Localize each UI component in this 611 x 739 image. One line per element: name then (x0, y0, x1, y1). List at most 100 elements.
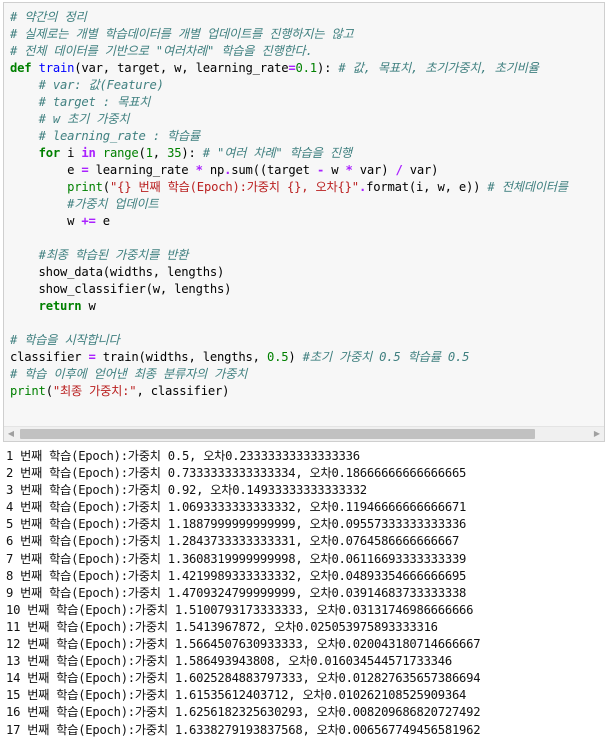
output-line: 1 번째 학습(Epoch):가중치 0.5, 오차0.233333333333… (6, 449, 360, 463)
output-line: 5 번째 학습(Epoch):가중치 1.1887999999999999, 오… (6, 517, 467, 532)
horizontal-scrollbar[interactable]: ◀ ▶ (4, 426, 604, 441)
code-cell[interactable]: # 약간의 정리 # 실제로는 개별 학습데이터를 개별 업데이트를 진행하지는 … (3, 2, 605, 442)
code-token: show_classifier(w, lengths) (10, 282, 232, 296)
code-token: # 전체 데이터를 기반으로 "여러차례" 학습을 진행한다. (10, 44, 313, 58)
output-line: 3 번째 학습(Epoch):가중치 0.92, 오차0.14933333333… (6, 483, 367, 498)
output-line: 4 번째 학습(Epoch):가중치 1.0693333333333332, 오… (6, 500, 467, 515)
code-token: = (88, 350, 96, 364)
code-token: print (10, 384, 46, 398)
output-line: 11 번째 학습(Epoch):가중치 1.5413967872, 오차0.02… (6, 619, 438, 634)
code-line: #최종 학습된 가중치를 반환 (10, 247, 604, 264)
code-token: train(widths, lengths, (95, 350, 267, 364)
code-token: 35 (167, 146, 182, 160)
scroll-left-arrow-icon[interactable]: ◀ (4, 427, 18, 441)
code-line: # 전체 데이터를 기반으로 "여러차례" 학습을 진행한다. (10, 43, 604, 60)
code-token: # 값, 목표치, 초기가중치, 초기비율 (338, 61, 539, 75)
code-token: print (67, 180, 103, 194)
code-line: # learning_rate : 학습률 (10, 128, 604, 145)
code-line: # 학습 이후에 얻어낸 최종 분류자의 가중치 (10, 366, 604, 383)
code-token: format(i, w, e)) (366, 180, 488, 194)
code-token: e (10, 163, 82, 177)
code-line: show_classifier(w, lengths) (10, 281, 604, 298)
code-token: learning_rate (88, 163, 196, 177)
code-token: , (152, 146, 168, 160)
output-line: 14 번째 학습(Epoch):가중치 1.6025284883797333, … (6, 671, 481, 686)
output-line: 8 번째 학습(Epoch):가중치 1.4219989333333332, 오… (6, 568, 467, 583)
code-token: ): (316, 61, 339, 75)
code-token: for (38, 146, 61, 160)
code-token: #최종 학습된 가중치를 반환 (38, 248, 189, 262)
code-token: # 학습 이후에 얻어낸 최종 분류자의 가중치 (10, 367, 248, 381)
code-line: print("최종 가중치:", classifier) (10, 383, 604, 400)
code-line: #가중치 업데이트 (10, 196, 604, 213)
code-token: w (81, 299, 96, 313)
code-token: range (102, 146, 139, 160)
code-line: for i in range(1, 35): # "여러 차례" 학습을 진행 (10, 145, 604, 162)
code-token: * (345, 163, 353, 177)
code-token: 0.1 (295, 61, 318, 75)
code-line: def train(var, target, w, learning_rate=… (10, 60, 604, 77)
code-token: train (38, 61, 75, 75)
code-token: ( (45, 384, 53, 398)
code-token: def (10, 61, 32, 75)
code-token: #가중치 업데이트 (67, 197, 159, 211)
code-line: # var: 값(Feature) (10, 77, 604, 94)
code-line: show_data(widths, lengths) (10, 264, 604, 281)
code-token: # 전체데이터를 (487, 180, 568, 194)
output-line: 12 번째 학습(Epoch):가중치 1.5664507630933333, … (6, 637, 481, 652)
code-token: / (395, 163, 403, 177)
scrollbar-thumb[interactable] (20, 429, 535, 439)
code-token: * (195, 163, 203, 177)
code-token: # 약간의 정리 (10, 10, 87, 24)
output-line: 6 번째 학습(Epoch):가중치 1.2843733333333331, 오… (6, 534, 460, 549)
cell-output: 1 번째 학습(Epoch):가중치 0.5, 오차0.233333333333… (6, 448, 606, 739)
code-line: print("{} 번째 학습(Epoch):가중치 {}, 오차{}".for… (10, 179, 604, 196)
code-line: # target : 목표치 (10, 94, 604, 111)
code-token: 1 (145, 146, 153, 160)
code-editor[interactable]: # 약간의 정리 # 실제로는 개별 학습데이터를 개별 업데이트를 진행하지는 … (10, 9, 604, 425)
code-token: (var, target, w, learning_rate (74, 61, 289, 75)
output-line: 15 번째 학습(Epoch):가중치 1.61535612403712, 오차… (6, 688, 467, 703)
code-line: # w 초기 가중치 (10, 111, 604, 128)
code-token: var) (402, 163, 439, 177)
code-token: in (81, 146, 96, 160)
code-token: , classifier) (136, 384, 230, 398)
code-token: # 학습을 시작합니다 (10, 333, 120, 347)
code-line: # 실제로는 개별 학습데이터를 개별 업데이트를 진행하지는 않고 (10, 26, 604, 43)
output-line: 13 번째 학습(Epoch):가중치 1.586493943808, 오차0.… (6, 654, 452, 669)
code-token: sum((target (231, 163, 317, 177)
code-token: # "여러 차례" 학습을 진행 (202, 146, 352, 160)
code-token: show_data(widths, lengths) (10, 265, 225, 279)
output-line: 17 번째 학습(Epoch):가중치 1.6338279193837568, … (6, 722, 481, 737)
code-line: w += e (10, 213, 604, 230)
code-line: e = learning_rate * np.sum((target - w *… (10, 162, 604, 179)
code-line: # 학습을 시작합니다 (10, 332, 604, 349)
output-line: 2 번째 학습(Epoch):가중치 0.7333333333333334, 오… (6, 466, 467, 481)
code-token: e (95, 214, 110, 228)
code-token: = (288, 61, 296, 75)
code-token: . (358, 180, 367, 194)
code-token: ) (288, 350, 303, 364)
code-token: i (59, 146, 82, 160)
code-token: - (316, 163, 325, 177)
code-token: w (324, 163, 346, 177)
scroll-right-arrow-icon[interactable]: ▶ (590, 427, 604, 441)
output-line: 7 번째 학습(Epoch):가중치 1.3608319999999998, 오… (6, 551, 467, 566)
code-token: np (202, 163, 225, 177)
code-line: return w (10, 298, 604, 315)
code-token: ): (181, 146, 203, 160)
code-token: w (10, 214, 82, 228)
code-line: # 약간의 정리 (10, 9, 604, 26)
code-token: var) (352, 163, 396, 177)
code-line: classifier = train(widths, lengths, 0.5)… (10, 349, 604, 366)
